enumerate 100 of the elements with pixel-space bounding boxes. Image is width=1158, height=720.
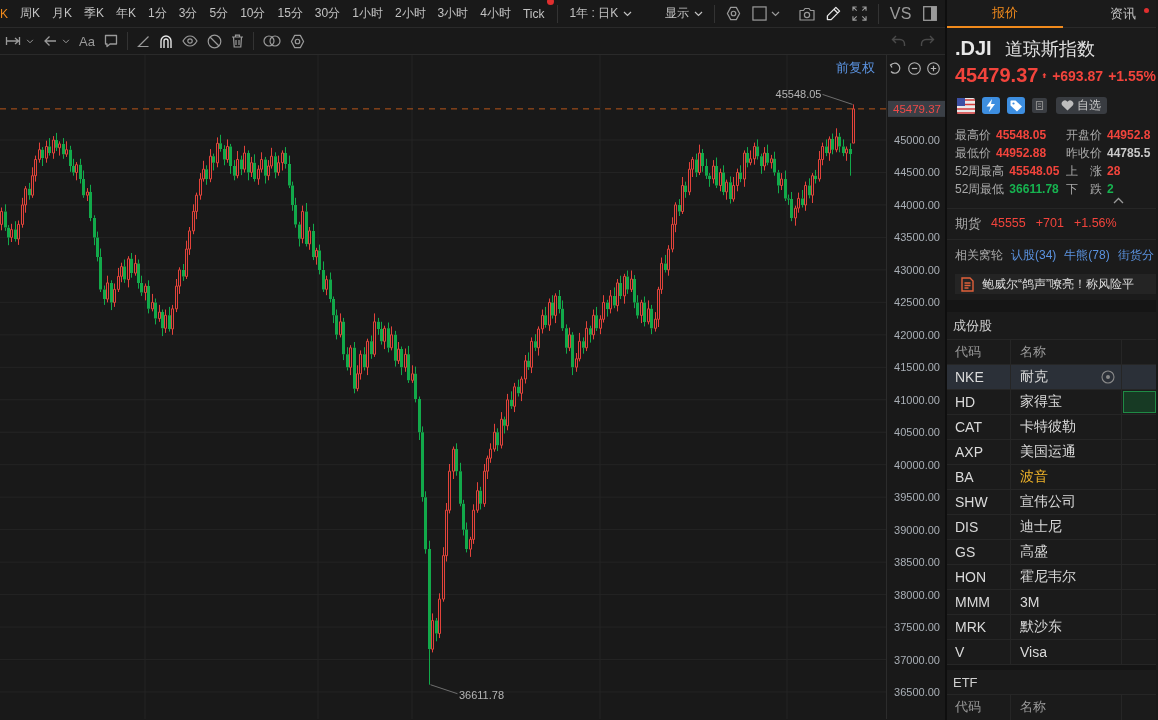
stock-code: NKE	[947, 365, 1011, 389]
stock-row[interactable]: DIS 迪士尼	[947, 515, 1156, 540]
stock-code: HON	[947, 565, 1011, 589]
tag-icon	[1007, 97, 1025, 114]
price-axis-label: 43500.00	[894, 231, 940, 244]
price-axis-label: 42500.00	[894, 296, 940, 309]
period-tab[interactable]: 5分	[209, 5, 229, 22]
stock-row[interactable]: BA 波音	[947, 465, 1156, 490]
angle-icon[interactable]	[136, 34, 150, 48]
warrant-link[interactable]: 街货分	[1117, 247, 1154, 264]
stock-row[interactable]: CAT 卡特彼勒	[947, 415, 1156, 440]
eye-icon[interactable]	[181, 34, 198, 48]
period-tab[interactable]: 4小时	[480, 5, 511, 22]
settings-icon[interactable]	[289, 33, 305, 49]
price-axis-label: 45000.00	[894, 134, 940, 146]
futures-label: 期货	[955, 216, 981, 233]
warrant-link[interactable]: 认股(34)	[1011, 247, 1057, 264]
stock-row[interactable]: HON 霍尼韦尔	[947, 565, 1156, 590]
stat-label: 52周最高	[955, 163, 1005, 179]
linked-rings-icon[interactable]	[262, 35, 281, 47]
document-icon	[1032, 98, 1047, 113]
caret-icon[interactable]	[770, 10, 780, 17]
period-tab[interactable]: K	[0, 6, 8, 21]
document-icon	[961, 276, 974, 292]
price-axis-label: 41500.00	[894, 361, 940, 374]
period-tab[interactable]: 10分	[240, 5, 266, 22]
arrow-left-icon[interactable]	[43, 34, 57, 48]
stock-row[interactable]: MMM 3M	[947, 590, 1156, 615]
column-header: 代码	[947, 695, 1011, 720]
slashed-circle-icon[interactable]	[206, 33, 222, 49]
stock-name: 霍尼韦尔	[1020, 568, 1076, 586]
stock-row[interactable]: V Visa	[947, 640, 1156, 665]
magnet-icon[interactable]	[158, 33, 173, 49]
stock-row[interactable]: MRK 默沙东	[947, 615, 1156, 640]
stock-row[interactable]: GS 高盛	[947, 540, 1156, 565]
caret-icon[interactable]	[26, 38, 34, 44]
stock-name: 耐克	[1020, 368, 1048, 386]
news-headline[interactable]: 鲍威尔“鸽声”嘹亮！称风险平	[982, 275, 1134, 293]
period-tab[interactable]: 15分	[277, 5, 303, 22]
caret-icon[interactable]	[62, 38, 70, 44]
news-banner[interactable]: 鲍威尔“鸽声”嘹亮！称风险平	[955, 274, 1156, 294]
stock-code: V	[947, 640, 1011, 664]
quote-tab[interactable]: 资讯	[1063, 0, 1156, 28]
text-tool-button[interactable]: Aa	[79, 33, 95, 49]
column-header: 名称	[1011, 340, 1122, 364]
caret-up-icon[interactable]	[1113, 197, 1124, 204]
stat-value: 2	[1107, 181, 1114, 197]
pencil-icon[interactable]	[825, 6, 841, 21]
period-tab[interactable]: Tick	[522, 6, 545, 21]
period-tab[interactable]: 2小时	[394, 5, 426, 22]
stock-code: GS	[947, 540, 1011, 564]
target-icon[interactable]	[1101, 370, 1115, 384]
fullscreen-icon[interactable]	[851, 6, 867, 21]
adjustment-link[interactable]: 前复权	[836, 59, 875, 77]
trash-icon[interactable]	[230, 34, 244, 48]
speech-bubble-icon[interactable]	[103, 34, 118, 48]
period-tab[interactable]: 季K	[84, 5, 105, 22]
stock-code: MRK	[947, 615, 1011, 639]
period-tab[interactable]: 周K	[20, 5, 41, 22]
stock-name: 家得宝	[1020, 393, 1062, 411]
stock-name: 迪士尼	[1020, 518, 1062, 536]
stat-label: 52周最低	[955, 181, 1005, 197]
square-icon[interactable]	[751, 6, 767, 21]
high-price-label: 45548.05	[775, 88, 822, 101]
compare-button[interactable]: VS	[889, 4, 912, 23]
leader-line	[430, 684, 458, 695]
stock-row[interactable]: NKE 耐克	[947, 365, 1156, 390]
measure-icon[interactable]	[5, 34, 21, 48]
stat-label: 上 涨	[1066, 163, 1102, 179]
stat-label: 下 跌	[1066, 181, 1102, 197]
stock-code: MMM	[947, 590, 1011, 614]
reset-icon[interactable]	[889, 61, 902, 75]
price-axis-label: 41000.00	[894, 393, 940, 406]
stock-row[interactable]: SHW 宣伟公司	[947, 490, 1156, 515]
period-tab[interactable]: 30分	[314, 5, 341, 22]
stock-row[interactable]: HD 家得宝	[947, 390, 1156, 415]
settings-icon[interactable]	[725, 6, 741, 21]
column-header: 代码	[947, 340, 1011, 364]
quote-tab[interactable]: 报价	[947, 0, 1063, 28]
stock-name: Visa	[1020, 644, 1047, 660]
ticker-symbol: .DJI	[955, 37, 992, 60]
zoom-in-icon[interactable]	[927, 61, 940, 75]
period-tab[interactable]: 3分	[178, 5, 198, 22]
period-tab[interactable]: 3小时	[437, 5, 469, 22]
period-tab[interactable]: 1分	[148, 5, 167, 22]
period-tab[interactable]: 年K	[116, 5, 137, 22]
panel-toggle-icon[interactable]	[923, 6, 937, 21]
watchlist-button[interactable]: 自选	[1056, 97, 1107, 114]
display-dropdown[interactable]: 显示	[664, 5, 703, 22]
stock-row[interactable]: AXP 美国运通	[947, 440, 1156, 465]
camera-icon[interactable]	[798, 6, 815, 21]
range-dropdown[interactable]: 1年 : 日K	[569, 5, 633, 22]
stat-value: 45548.05	[1009, 163, 1060, 179]
caret-icon	[623, 10, 633, 17]
stock-code: BA	[947, 465, 1011, 489]
period-tab[interactable]: 月K	[52, 5, 73, 22]
stat-value: 44785.5	[1107, 145, 1151, 161]
warrant-link[interactable]: 牛熊(78)	[1064, 247, 1110, 264]
zoom-out-icon[interactable]	[908, 61, 921, 75]
period-tab[interactable]: 1小时	[352, 5, 383, 22]
